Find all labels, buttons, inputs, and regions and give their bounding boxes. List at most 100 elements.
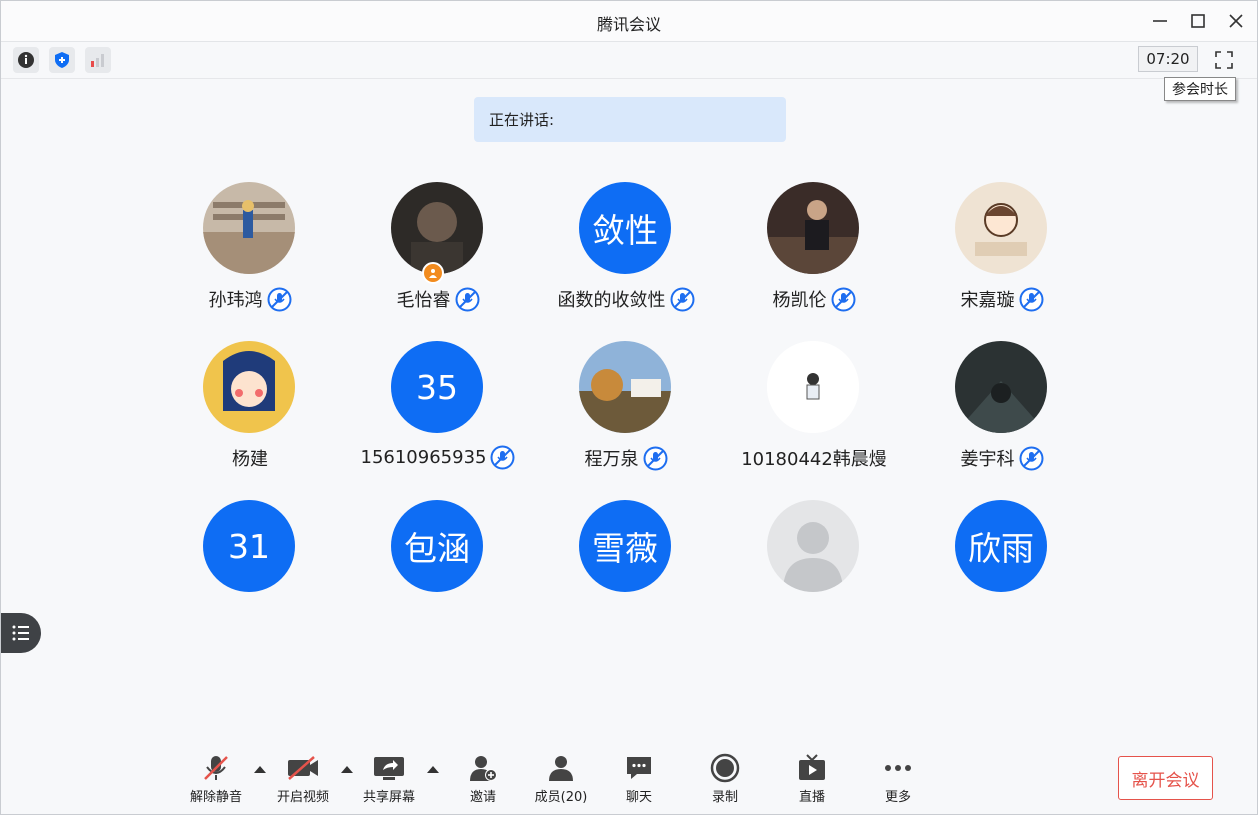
participant-name: 孙玮鸿 — [208, 290, 263, 311]
participant-tile[interactable]: 10180442韩晨熳 — [720, 341, 908, 481]
start-video-label: 开启视频 — [276, 790, 329, 805]
mic-muted-icon — [204, 756, 228, 780]
video-options-caret[interactable] — [341, 766, 353, 773]
avatar: 敛性 — [579, 182, 671, 274]
meeting-window: 腾讯会议 07:20 参会时长 正在讲话: 孙玮鸿 毛怡睿 敛性 函数的收敛性 … — [0, 0, 1258, 815]
mic-active-icon — [831, 287, 855, 311]
close-icon — [1229, 14, 1243, 28]
participant-name: 姜宇科 — [960, 449, 1015, 470]
mic-active-icon — [490, 445, 515, 470]
signal-icon — [91, 54, 104, 67]
participant-tile[interactable]: 孙玮鸿 — [156, 182, 344, 322]
members-label: 成员(20) — [534, 790, 588, 805]
more-icon — [885, 765, 911, 771]
members-button[interactable]: 成员(20) — [526, 752, 596, 805]
chat-button[interactable]: 聊天 — [604, 752, 674, 805]
record-button[interactable]: 录制 — [690, 752, 760, 805]
chat-label: 聊天 — [625, 790, 652, 805]
window-title: 腾讯会议 — [596, 15, 661, 34]
participant-tile[interactable]: 杨建 — [156, 341, 344, 481]
duration-tooltip: 参会时长 — [1164, 77, 1236, 101]
maximize-icon — [1191, 14, 1205, 28]
participant-name: 函数的收敛性 — [557, 290, 666, 311]
avatar — [391, 182, 483, 274]
avatar — [955, 341, 1047, 433]
participant-tile[interactable] — [720, 500, 908, 640]
meeting-duration[interactable]: 07:20 — [1138, 46, 1198, 72]
security-button[interactable] — [49, 47, 75, 73]
avatar — [955, 182, 1047, 274]
more-button[interactable]: 更多 — [863, 752, 933, 805]
minimize-button[interactable] — [1148, 9, 1172, 33]
host-badge-icon — [422, 262, 444, 284]
top-toolbar: 07:20 — [1, 42, 1257, 79]
participant-name: 10180442韩晨熳 — [741, 449, 887, 470]
record-icon — [710, 753, 740, 783]
avatar — [579, 341, 671, 433]
mic-active-icon — [670, 287, 694, 311]
network-status-button[interactable] — [85, 47, 111, 73]
participant-tile[interactable]: 欣雨 — [908, 500, 1096, 640]
maximize-button[interactable] — [1186, 9, 1210, 33]
participant-name: 宋嘉璇 — [960, 290, 1015, 311]
live-label: 直播 — [798, 790, 825, 805]
record-label: 录制 — [711, 790, 738, 805]
close-button[interactable] — [1224, 9, 1248, 33]
participant-tile[interactable]: 姜宇科 — [908, 341, 1096, 481]
info-icon — [18, 52, 34, 68]
chat-icon — [627, 757, 651, 779]
invite-icon — [470, 756, 497, 781]
mic-active-icon — [455, 287, 479, 311]
unmute-button[interactable]: 解除静音 — [181, 752, 251, 805]
mic-active-icon — [643, 446, 667, 470]
fullscreen-icon — [1215, 51, 1233, 69]
avatar — [767, 182, 859, 274]
participant-tile[interactable]: 雪薇 — [532, 500, 720, 640]
participant-name: 15610965935 — [360, 447, 487, 468]
mic-active-icon — [1019, 446, 1043, 470]
control-bar: 解除静音 开启视频 共享屏幕 邀请 成员(20) 聊天 录制 直播 更多 离开会… — [1, 746, 1257, 814]
avatar: 35 — [391, 341, 483, 433]
participant-tile[interactable]: 敛性 函数的收敛性 — [532, 182, 720, 322]
minimize-icon — [1153, 20, 1167, 22]
participant-tile[interactable]: 31 — [156, 500, 344, 640]
avatar — [203, 341, 295, 433]
avatar-placeholder-icon — [767, 500, 859, 592]
mic-active-icon — [1019, 287, 1043, 311]
shield-icon — [55, 52, 69, 68]
avatar: 31 — [203, 500, 295, 592]
avatar — [767, 341, 859, 433]
share-options-caret[interactable] — [427, 766, 439, 773]
avatar: 雪薇 — [579, 500, 671, 592]
live-icon — [799, 754, 825, 780]
share-screen-button[interactable]: 共享屏幕 — [354, 752, 424, 805]
participant-list-toggle[interactable] — [1, 613, 41, 653]
participant-tile[interactable]: 程万泉 — [532, 341, 720, 481]
participant-tile[interactable]: 毛怡睿 — [344, 182, 532, 322]
participant-name: 杨凯伦 — [772, 290, 827, 311]
avatar — [203, 182, 295, 274]
meeting-info-button[interactable] — [13, 47, 39, 73]
share-screen-label: 共享屏幕 — [362, 790, 415, 805]
leave-meeting-button[interactable]: 离开会议 — [1118, 756, 1213, 800]
audio-options-caret[interactable] — [254, 766, 266, 773]
list-icon — [12, 625, 29, 641]
invite-label: 邀请 — [469, 790, 496, 805]
members-icon — [549, 756, 573, 781]
participant-tile[interactable]: 宋嘉璇 — [908, 182, 1096, 322]
more-label: 更多 — [884, 790, 911, 805]
invite-button[interactable]: 邀请 — [448, 752, 518, 805]
participant-name: 毛怡睿 — [396, 290, 451, 311]
participant-name: 杨建 — [232, 449, 268, 470]
speaking-indicator: 正在讲话: — [474, 97, 786, 142]
avatar: 包涵 — [391, 500, 483, 592]
share-screen-icon — [374, 757, 404, 780]
start-video-button[interactable]: 开启视频 — [268, 752, 338, 805]
live-button[interactable]: 直播 — [777, 752, 847, 805]
video-off-icon — [288, 756, 318, 780]
participant-tile[interactable]: 包涵 — [344, 500, 532, 640]
participant-tile[interactable]: 35 15610965935 — [344, 341, 532, 481]
participant-tile[interactable]: 杨凯伦 — [720, 182, 908, 322]
fullscreen-button[interactable] — [1211, 47, 1237, 73]
participant-name: 程万泉 — [584, 449, 639, 470]
